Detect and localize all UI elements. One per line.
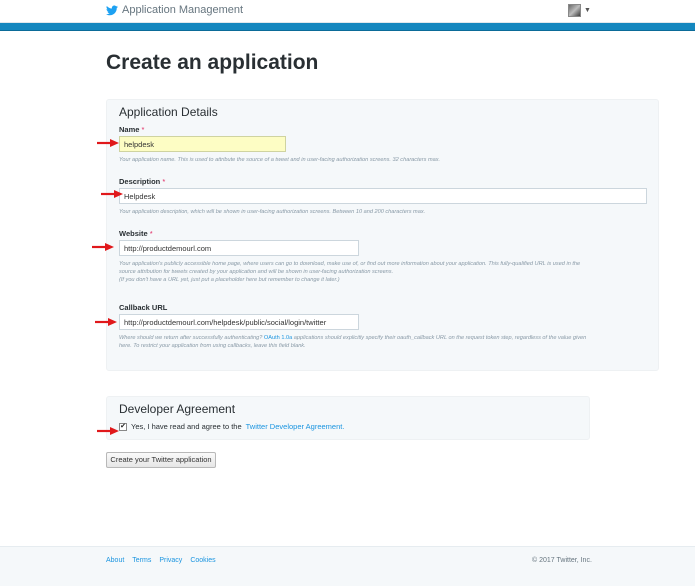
agreement-checkbox[interactable]: ✔ [119,422,127,431]
website-label: Website * [119,229,153,238]
account-menu[interactable]: ▼ [568,4,591,17]
footer-links: About Terms Privacy Cookies [106,557,216,564]
name-help: Your application name. This is used to a… [119,157,441,163]
description-input[interactable]: Helpdesk [119,188,647,204]
website-input[interactable]: http://productdemourl.com [119,240,359,256]
footer-link-terms[interactable]: Terms [132,557,151,564]
application-details-panel: Application Details Name * helpdesk Your… [106,99,659,371]
annotation-arrow-icon [95,318,117,326]
footer: About Terms Privacy Cookies © 2017 Twitt… [0,546,695,586]
caret-down-icon[interactable]: ▼ [584,7,591,14]
description-label: Description * [119,177,166,186]
footer-link-privacy[interactable]: Privacy [159,557,182,564]
agreement-title: Developer Agreement [119,402,236,416]
footer-link-cookies[interactable]: Cookies [190,557,215,564]
callback-label: Callback URL [119,303,168,312]
brand[interactable]: Application Management [106,4,243,16]
copyright: © 2017 Twitter, Inc. [532,557,592,564]
callback-help: Where should we return after successfull… [119,335,587,349]
oauth-link[interactable]: OAuth 1.0a [264,335,292,341]
annotation-arrow-icon [97,139,119,147]
developer-agreement-link[interactable]: Twitter Developer Agreement. [246,422,345,431]
name-label: Name * [119,125,145,134]
annotation-arrow-icon [92,243,114,251]
top-header: Application Management ▼ [0,0,695,23]
callback-url-input[interactable]: http://productdemourl.com/helpdesk/publi… [119,314,359,330]
name-input[interactable]: helpdesk [119,136,286,152]
annotation-arrow-icon [97,427,119,435]
annotation-arrow-icon [101,190,123,198]
page-title: Create an application [106,51,319,74]
description-help: Your application description, which will… [119,209,426,215]
footer-link-about[interactable]: About [106,557,124,564]
agreement-row: ✔ Yes, I have read and agree to the Twit… [119,422,344,431]
avatar[interactable] [568,4,581,17]
app-title: Application Management [122,4,244,16]
twitter-bird-icon [106,5,118,15]
website-help: Your application's publicly accessible h… [119,261,581,283]
create-application-button[interactable]: Create your Twitter application [106,452,216,468]
developer-agreement-panel: Developer Agreement ✔ Yes, I have read a… [106,396,590,440]
section-title: Application Details [119,105,218,119]
agreement-text: Yes, I have read and agree to the [131,422,242,431]
accent-bar [0,23,695,31]
